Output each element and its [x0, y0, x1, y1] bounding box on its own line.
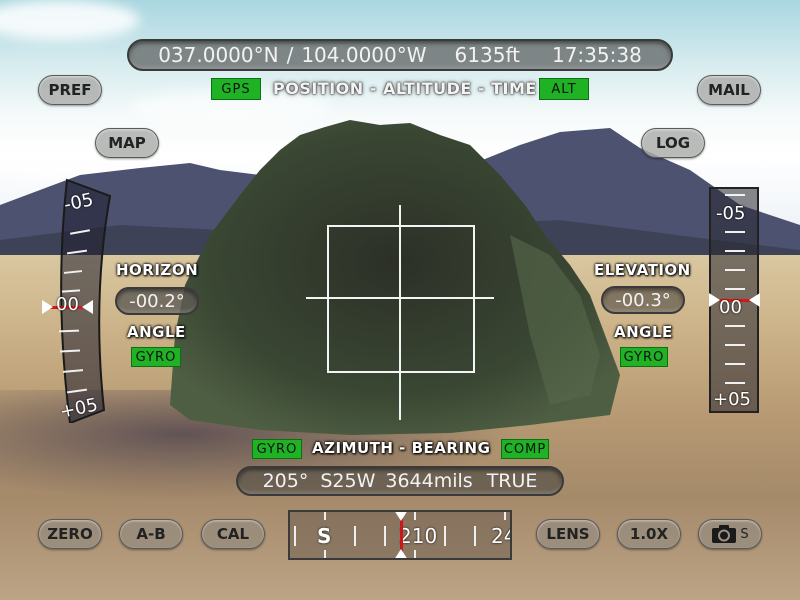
elevation-tick	[725, 231, 745, 233]
camera-mode-label: S	[740, 526, 749, 542]
altitude-value: 6135ft	[454, 43, 520, 67]
elevation-tick	[725, 288, 745, 290]
compass-tick	[474, 526, 476, 546]
azimuth-title: AZIMUTH - BEARING	[312, 439, 491, 457]
elevation-tick	[725, 382, 745, 384]
horizon-angle-readout: -00.2°	[115, 287, 199, 315]
azimuth-comp-tag[interactable]: COMP	[501, 439, 549, 459]
compass-label-240: 24	[491, 524, 510, 548]
compass-tick	[324, 512, 326, 520]
cal-button[interactable]: CAL	[201, 519, 265, 549]
coordinate-separator: /	[286, 43, 294, 67]
elevation-subtitle: ANGLE	[614, 323, 673, 341]
azimuth-mils: 3644mils	[385, 470, 473, 492]
zoom-level-button[interactable]: 1.0X	[617, 519, 681, 549]
crosshair-vertical	[399, 205, 401, 420]
camera-icon	[712, 525, 737, 543]
horizon-subtitle: ANGLE	[127, 323, 186, 341]
compass-top-marker-icon	[394, 512, 408, 521]
horizon-gyro-tag[interactable]: GYRO	[131, 347, 181, 367]
time-value: 17:35:38	[551, 43, 642, 67]
position-readout: 037.0000°N / 104.0000°W 6135ft 17:35:38	[127, 39, 673, 71]
horizon-right-marker-icon	[82, 300, 93, 314]
horizon-title: HORIZON	[116, 261, 199, 279]
elevation-title: ELEVATION	[594, 261, 691, 279]
compass-tick	[294, 526, 296, 546]
elevation-right-marker-icon	[749, 293, 760, 307]
compass-bottom-marker-icon	[394, 549, 408, 558]
azimuth-degrees: 205°	[262, 470, 309, 492]
elevation-tick	[725, 325, 745, 327]
compass-tick	[504, 512, 506, 520]
compass-tick	[414, 550, 416, 558]
longitude-value: 104.0000°W	[301, 43, 427, 67]
elevation-tick	[725, 194, 745, 196]
elevation-tick	[725, 250, 745, 252]
pref-button[interactable]: PREF	[38, 75, 102, 105]
compass-tick	[444, 526, 446, 546]
azimuth-reference: TRUE	[486, 470, 538, 492]
mail-button[interactable]: MAIL	[697, 75, 761, 105]
reticle-box	[327, 225, 475, 373]
elevation-tick	[725, 344, 745, 346]
elevation-tick	[725, 269, 745, 271]
compass-tick	[414, 512, 416, 520]
elevation-scale-top-label: -05	[716, 203, 746, 224]
gps-tag[interactable]: GPS	[211, 78, 261, 100]
map-button[interactable]: MAP	[95, 128, 159, 158]
horizon-scale: -05 00 +05	[42, 178, 112, 423]
elevation-left-marker-icon	[709, 293, 720, 307]
alt-tag[interactable]: ALT	[539, 78, 589, 100]
zero-button[interactable]: ZERO	[38, 519, 102, 549]
elevation-scale-center-label: 00	[719, 297, 742, 318]
elevation-gyro-tag[interactable]: GYRO	[620, 347, 668, 367]
position-header-title: POSITION - ALTITUDE - TIME	[273, 79, 537, 98]
compass-tick	[354, 526, 356, 546]
log-button[interactable]: LOG	[641, 128, 705, 158]
azimuth-quadrant: S25W	[320, 470, 376, 492]
ab-button[interactable]: A-B	[119, 519, 183, 549]
compass-tick	[384, 526, 386, 546]
compass-label-210: 210	[399, 524, 438, 548]
compass-tick	[324, 550, 326, 558]
lens-button[interactable]: LENS	[536, 519, 600, 549]
latitude-value: 037.0000°N	[158, 43, 279, 67]
elevation-scale-bottom-label: +05	[713, 389, 751, 410]
compass-label-s: S	[317, 524, 332, 548]
horizon-left-marker-icon	[42, 300, 53, 314]
azimuth-readout: 205° S25W 3644mils TRUE	[236, 466, 564, 496]
elevation-angle-readout: -00.3°	[601, 286, 685, 314]
horizon-scale-center-label: 00	[56, 294, 79, 315]
elevation-tick	[725, 363, 745, 365]
azimuth-gyro-tag[interactable]: GYRO	[252, 439, 302, 459]
camera-button[interactable]: S	[698, 519, 762, 549]
compass-tape[interactable]: S 210 24	[288, 510, 512, 560]
